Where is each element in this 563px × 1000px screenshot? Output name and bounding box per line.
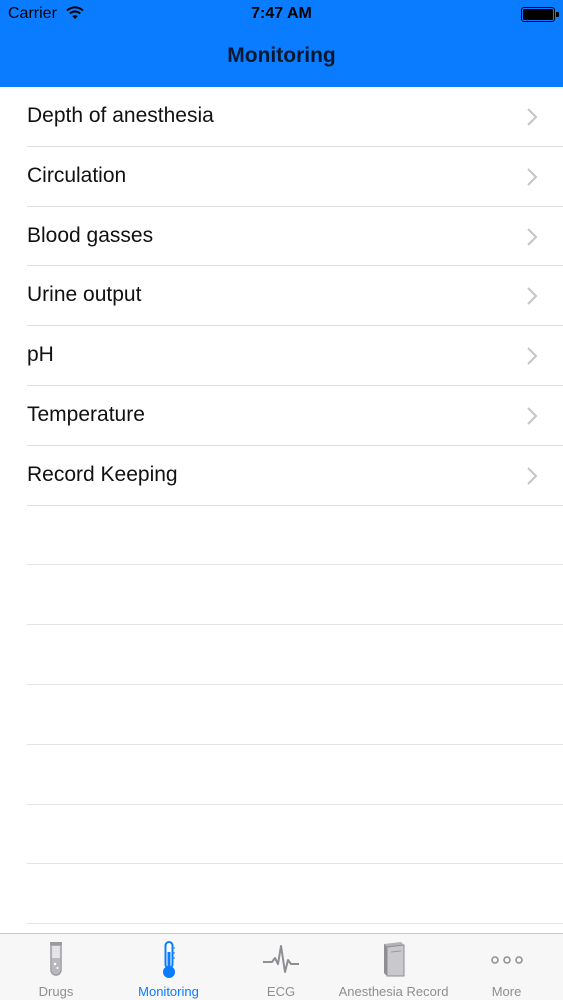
empty-list-row [27,805,563,865]
monitoring-list: Depth of anesthesia Circulation Blood ga… [0,87,563,925]
chevron-right-icon [527,287,538,306]
navigation-header: Carrier 7:47 AM Monitoring [0,0,563,87]
list-item-depth-of-anesthesia[interactable]: Depth of anesthesia [27,87,563,147]
chevron-right-icon [527,467,538,485]
tab-label: More [491,984,522,999]
list-item-record-keeping[interactable]: Record Keeping [27,446,563,506]
tab-label: Monitoring [138,984,199,999]
chevron-right-icon [527,168,538,186]
empty-list-row [27,745,563,805]
list-item-ph[interactable]: pH [27,326,563,386]
tab-monitoring[interactable]: Monitoring [112,934,225,1000]
list-item-circulation[interactable]: Circulation [27,147,563,207]
tab-drugs[interactable]: Drugs [0,934,112,1000]
ecg-waveform-icon [263,945,299,973]
status-bar: Carrier 7:47 AM [0,0,563,30]
test-tube-icon [50,942,62,976]
list-item-blood-gasses[interactable]: Blood gasses [27,207,563,267]
tab-more[interactable]: More [450,934,563,1000]
empty-list-row [27,506,563,566]
empty-list-row [27,565,563,626]
list-item-urine-output[interactable]: Urine output [27,266,563,327]
list-item-label: Depth of anesthesia [27,104,214,127]
thermometer-icon [162,941,175,978]
empty-list-row [27,625,563,685]
tab-ecg[interactable]: ECG [225,934,337,1000]
tab-label: Drugs [38,984,74,999]
list-item-label: Blood gasses [27,223,154,247]
list-item-temperature[interactable]: Temperature [27,386,563,446]
list-item-label: Temperature [27,402,145,426]
tab-bar: Drugs Monitoring ECG Anesthesia Record M… [0,933,563,1000]
chevron-right-icon [527,108,538,126]
battery-icon [521,7,559,22]
status-time: 7:47 AM [251,5,312,22]
chevron-right-icon [527,407,538,425]
empty-list-row [27,864,563,925]
empty-list-row [27,685,563,745]
list-item-label: Record Keeping [27,462,178,486]
list-item-label: Circulation [27,163,127,187]
tab-label: ECG [266,984,296,999]
tab-anesthesia-record[interactable]: Anesthesia Record [337,934,450,1000]
chevron-right-icon [527,227,538,246]
tab-label: Anesthesia Record [338,984,449,999]
book-icon [383,942,404,977]
list-item-label: Urine output [27,283,142,307]
list-item-label: pH [27,343,54,367]
chevron-right-icon [527,347,538,365]
page-title: Monitoring [227,44,336,67]
more-dots-icon [490,956,523,964]
